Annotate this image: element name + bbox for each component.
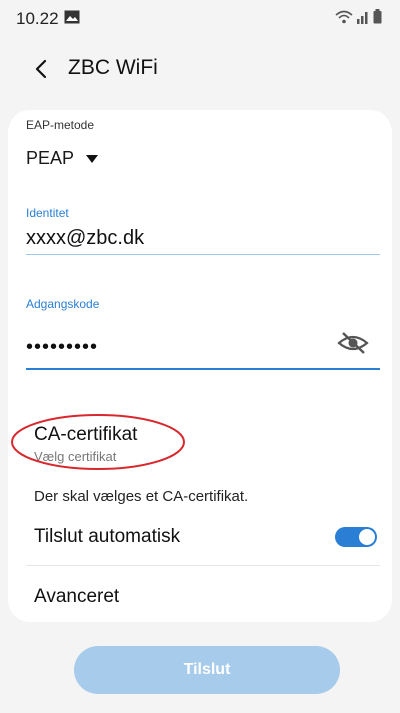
gallery-icon bbox=[64, 10, 80, 24]
battery-icon bbox=[373, 9, 382, 24]
wifi-icon bbox=[335, 10, 353, 24]
status-icons bbox=[335, 9, 382, 24]
eye-slash-icon[interactable] bbox=[336, 330, 370, 356]
page-title: ZBC WiFi bbox=[68, 56, 158, 79]
annotation-ellipse bbox=[11, 414, 185, 470]
identity-input[interactable] bbox=[26, 222, 380, 255]
auto-connect-label: Tilslut automatisk bbox=[34, 526, 181, 547]
eap-method-label: EAP-metode bbox=[26, 118, 95, 132]
auto-connect-toggle[interactable] bbox=[335, 527, 377, 547]
advanced-link[interactable]: Avanceret bbox=[34, 586, 119, 608]
eap-method-dropdown[interactable]: PEAP bbox=[26, 148, 99, 169]
dropdown-arrow-icon bbox=[86, 154, 99, 163]
status-bar: 10.22 bbox=[0, 0, 400, 42]
identity-label: Identitet bbox=[26, 206, 69, 220]
back-arrow-icon[interactable] bbox=[30, 58, 52, 80]
toggle-knob bbox=[358, 528, 376, 546]
signal-icon bbox=[357, 12, 368, 24]
app-header: ZBC WiFi bbox=[0, 50, 400, 94]
status-time: 10.22 bbox=[16, 9, 59, 28]
connect-button[interactable]: Tilslut bbox=[74, 646, 340, 694]
divider bbox=[26, 565, 380, 566]
eap-method-value: PEAP bbox=[26, 148, 75, 168]
ca-warning-text: Der skal vælges et CA-certifikat. bbox=[34, 488, 249, 505]
password-input[interactable] bbox=[26, 326, 380, 370]
password-label: Adgangskode bbox=[26, 297, 100, 311]
